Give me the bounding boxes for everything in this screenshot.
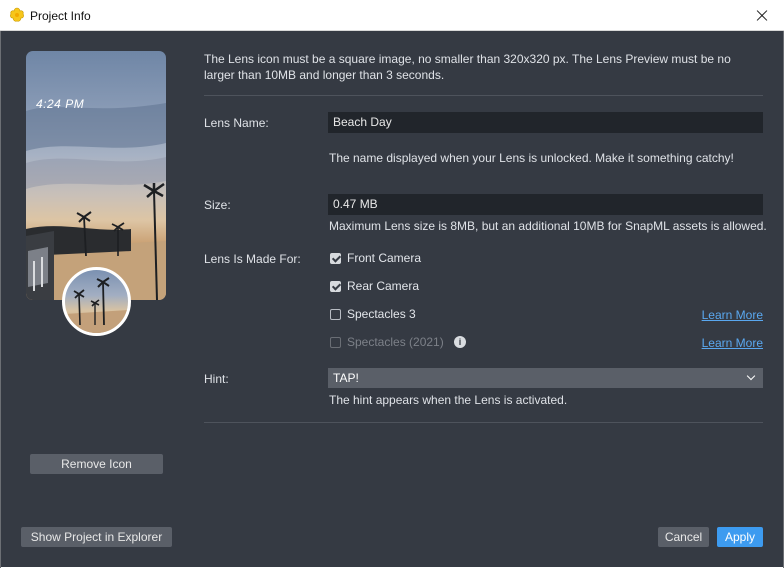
spectacles-2021-label: Spectacles (2021) bbox=[347, 335, 444, 349]
preview-time: 4:24 PM bbox=[36, 97, 85, 111]
divider bbox=[204, 95, 763, 96]
lens-icon-image[interactable] bbox=[62, 267, 131, 336]
info-icon[interactable]: i bbox=[454, 336, 466, 348]
hint-label: Hint: bbox=[204, 372, 229, 386]
checkbox-unchecked-icon bbox=[330, 309, 341, 320]
remove-icon-button[interactable]: Remove Icon bbox=[30, 454, 163, 474]
cancel-button[interactable]: Cancel bbox=[658, 527, 709, 547]
checkbox-checked-icon bbox=[330, 281, 341, 292]
apply-button[interactable]: Apply bbox=[717, 527, 763, 547]
title-bar: Project Info bbox=[0, 0, 784, 31]
hint-help: The hint appears when the Lens is activa… bbox=[329, 393, 568, 407]
size-help: Maximum Lens size is 8MB, but an additio… bbox=[329, 219, 767, 233]
rear-camera-label: Rear Camera bbox=[347, 279, 420, 293]
divider bbox=[204, 422, 763, 423]
spectacles-3-label: Spectacles 3 bbox=[347, 307, 416, 321]
made-for-label: Lens Is Made For: bbox=[204, 252, 301, 266]
hint-dropdown[interactable]: TAP! bbox=[328, 368, 763, 388]
show-in-explorer-button[interactable]: Show Project in Explorer bbox=[21, 527, 172, 547]
checkbox-checked-icon bbox=[330, 253, 341, 264]
checkbox-disabled-icon bbox=[330, 337, 341, 348]
icon-requirements-text: The Lens icon must be a square image, no… bbox=[204, 52, 731, 82]
lens-name-label: Lens Name: bbox=[204, 116, 269, 130]
lens-preview-image: 4:24 PM bbox=[26, 51, 166, 300]
size-label: Size: bbox=[204, 198, 231, 212]
lens-name-input[interactable]: Beach Day bbox=[328, 112, 763, 133]
learn-more-spectacles-2021-link[interactable]: Learn More bbox=[702, 336, 763, 350]
close-icon[interactable] bbox=[738, 0, 784, 31]
chevron-down-icon bbox=[746, 371, 756, 381]
lens-name-help: The name displayed when your Lens is unl… bbox=[329, 151, 734, 165]
size-field: 0.47 MB bbox=[328, 194, 763, 215]
learn-more-spectacles-3-link[interactable]: Learn More bbox=[702, 308, 763, 322]
window-title: Project Info bbox=[30, 9, 91, 23]
hint-selected-value: TAP! bbox=[333, 371, 359, 385]
front-camera-label: Front Camera bbox=[347, 251, 422, 265]
lens-studio-icon bbox=[10, 7, 24, 22]
